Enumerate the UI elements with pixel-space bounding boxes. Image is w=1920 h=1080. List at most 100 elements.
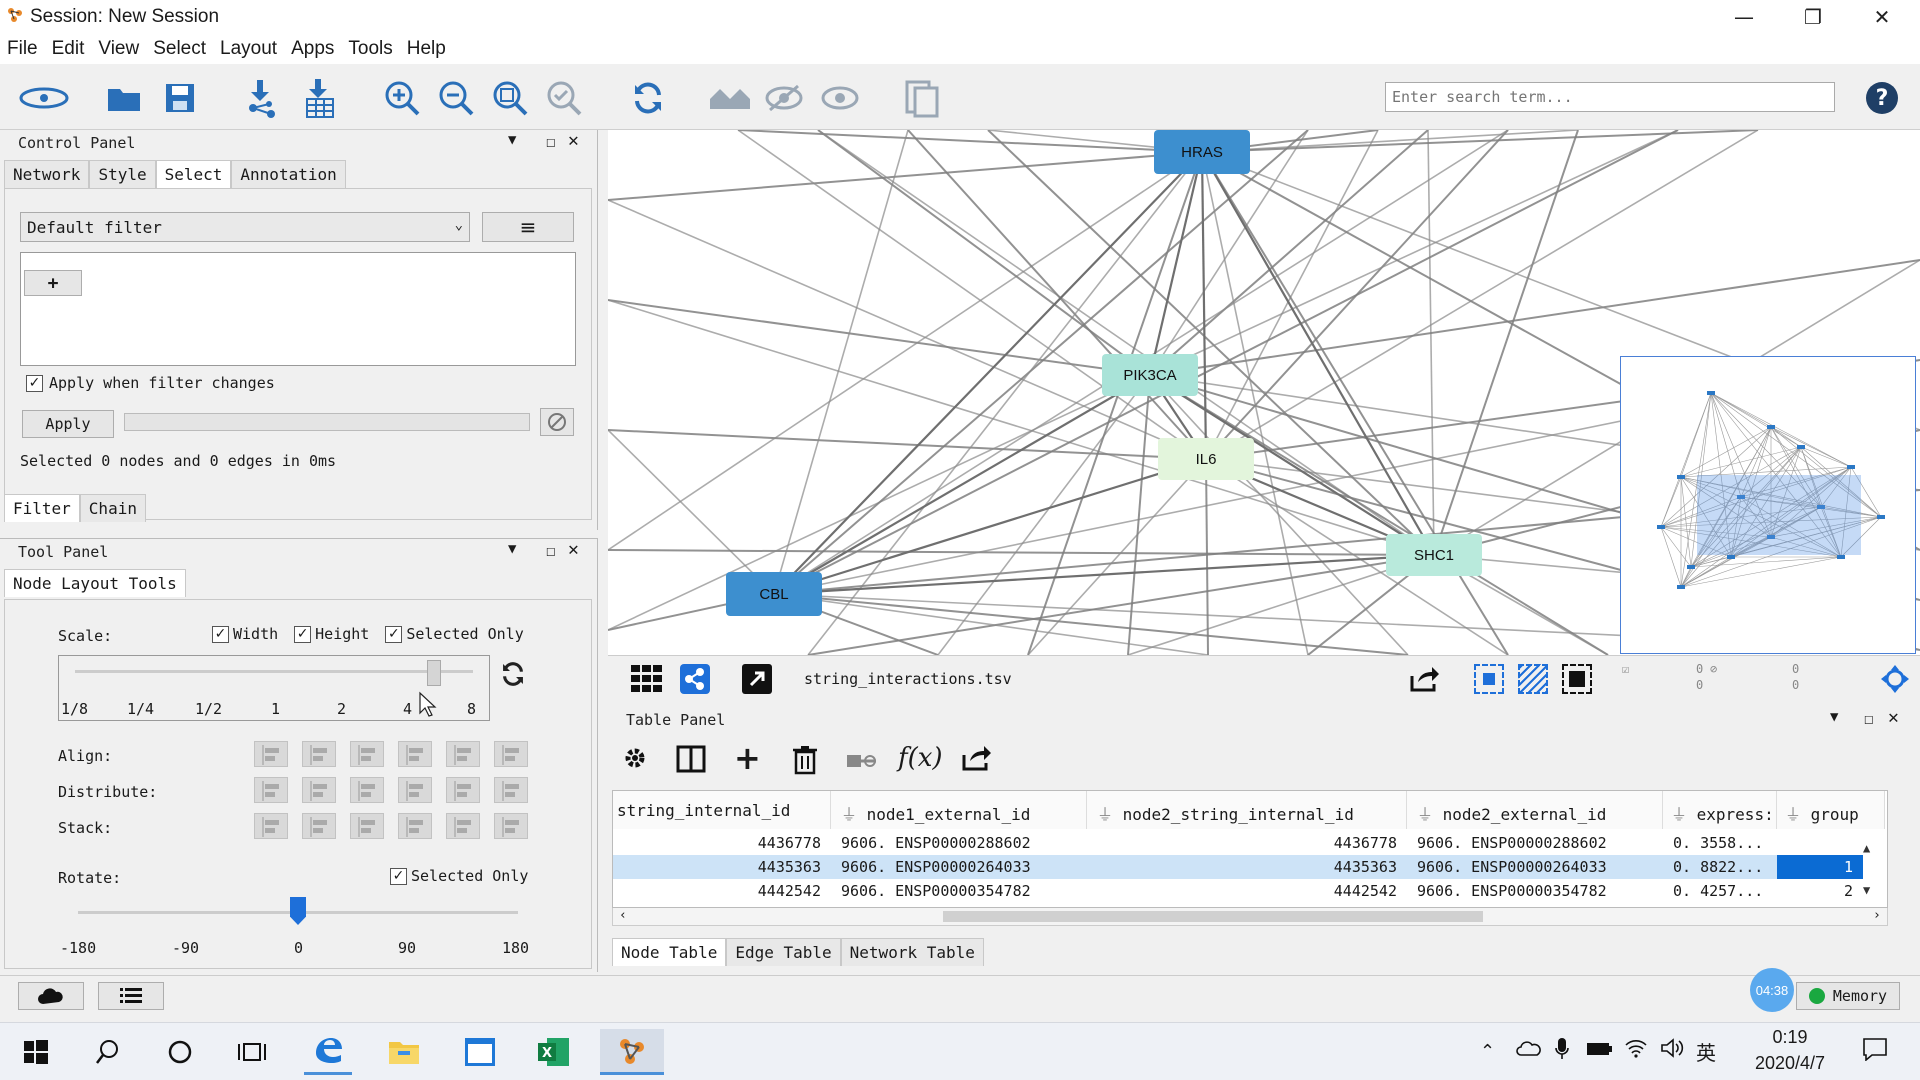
tab-style[interactable]: Style — [89, 160, 156, 188]
home-icon[interactable] — [708, 76, 752, 120]
scroll-left-icon[interactable]: ‹ — [619, 908, 627, 923]
add-filter-button[interactable]: + — [24, 270, 82, 296]
table-cell[interactable]: 9606. ENSP00000354782 — [831, 879, 1087, 903]
microphone-icon[interactable] — [1554, 1037, 1570, 1066]
stack-top-icon[interactable] — [398, 813, 432, 839]
close-panel-icon[interactable]: ✕ — [568, 539, 579, 560]
stack-bottom-icon[interactable] — [494, 813, 528, 839]
edge-browser-icon[interactable] — [304, 1029, 352, 1075]
zoom-fit-icon[interactable] — [488, 76, 532, 120]
scale-slider-thumb[interactable] — [427, 660, 441, 686]
scrollbar-thumb[interactable] — [943, 911, 1483, 922]
battery-icon[interactable] — [1586, 1041, 1614, 1062]
float-panel-icon[interactable]: ☐ — [546, 541, 556, 560]
align-top-icon[interactable] — [398, 741, 432, 767]
delete-icon[interactable] — [792, 745, 820, 775]
network-overview[interactable] — [1620, 356, 1916, 654]
align-bottom-icon[interactable] — [494, 741, 528, 767]
help-icon[interactable]: ? — [1860, 76, 1904, 120]
table-cell[interactable]: 4435363 — [1087, 855, 1407, 879]
table-cell[interactable]: 4436778 — [613, 831, 831, 855]
link-table-icon[interactable] — [846, 751, 878, 771]
scale-height-checkbox[interactable]: ✓ — [294, 625, 312, 643]
node-cbl[interactable]: CBL — [726, 572, 822, 616]
stack-left-icon[interactable] — [254, 813, 288, 839]
tab-network-table[interactable]: Network Table — [840, 938, 984, 966]
column-header[interactable]: ⏚ node1_external_id — [831, 791, 1087, 829]
menu-file[interactable]: File — [0, 34, 45, 64]
excel-icon[interactable]: X — [530, 1029, 578, 1075]
network-view[interactable]: HRAS PIK3CA IL6 SHC1 CBL — [608, 130, 1920, 655]
close-panel-icon[interactable]: ✕ — [1888, 707, 1899, 728]
windows-start-icon[interactable] — [12, 1029, 60, 1075]
cloud-icon[interactable] — [18, 982, 84, 1010]
table-cell[interactable]: 1 — [1777, 855, 1863, 879]
scale-selected-only-checkbox[interactable]: ✓ — [385, 625, 403, 643]
table-row[interactable]: 4436778 9606. ENSP00000288602 4436778 9606.… — [613, 831, 1863, 855]
select-all-icon[interactable] — [1562, 664, 1592, 694]
export-icon[interactable] — [1408, 664, 1444, 694]
import-table-icon[interactable] — [298, 76, 342, 120]
memory-button[interactable]: Memory — [1796, 982, 1900, 1010]
table-cell[interactable]: 0. 3558... — [1663, 831, 1777, 855]
node-shc1[interactable]: SHC1 — [1386, 534, 1482, 576]
table-cell[interactable]: 0. 8822... — [1663, 855, 1777, 879]
detach-view-icon[interactable] — [742, 664, 772, 694]
cancel-icon[interactable] — [540, 408, 574, 436]
input-method-indicator[interactable]: 英 — [1696, 1037, 1716, 1066]
search-icon[interactable] — [84, 1029, 132, 1075]
cytoscape-taskbar-icon[interactable] — [600, 1029, 664, 1075]
stack-center-icon[interactable] — [302, 813, 336, 839]
node-table[interactable]: string_internal_id ⏚ node1_external_id ⏚… — [612, 790, 1888, 908]
apply-when-changes-checkbox[interactable]: ✓ — [26, 374, 43, 392]
stack-right-icon[interactable] — [350, 813, 384, 839]
task-list-icon[interactable] — [98, 982, 164, 1010]
menu-view[interactable]: View — [91, 34, 146, 64]
export-table-icon[interactable] — [960, 743, 992, 773]
scroll-down-icon[interactable]: ▼ — [1863, 883, 1870, 897]
table-cell[interactable]: 9606. ENSP00000264033 — [831, 855, 1087, 879]
align-left-icon[interactable] — [254, 741, 288, 767]
import-network-icon[interactable] — [240, 76, 284, 120]
column-header[interactable]: string_internal_id — [613, 791, 831, 829]
distribute-middle-icon[interactable] — [446, 777, 480, 803]
tray-expand-icon[interactable]: ⌃ — [1480, 1041, 1495, 1062]
zoom-out-icon[interactable] — [434, 76, 478, 120]
table-cell[interactable]: 9606. ENSP00000288602 — [1407, 831, 1663, 855]
close-panel-icon[interactable]: ✕ — [568, 130, 579, 151]
task-view-icon[interactable] — [228, 1029, 276, 1075]
distribute-top-icon[interactable] — [398, 777, 432, 803]
table-cell[interactable]: 2 — [1777, 879, 1863, 903]
menu-layout[interactable]: Layout — [213, 34, 284, 64]
node-il6[interactable]: IL6 — [1158, 438, 1254, 480]
table-row[interactable]: 4435363 9606. ENSP00000264033 4435363 9606.… — [613, 855, 1863, 879]
tab-filter[interactable]: Filter — [4, 494, 80, 522]
show-icon[interactable] — [818, 76, 862, 120]
zoom-selected-icon[interactable] — [542, 76, 586, 120]
column-header[interactable]: ⏚ express: — [1663, 791, 1777, 829]
minimize-button[interactable]: — — [1715, 0, 1773, 34]
table-cell[interactable]: 9606. ENSP00000288602 — [831, 831, 1087, 855]
close-button[interactable]: ✕ — [1853, 0, 1911, 34]
filter-dropdown[interactable]: Default filter ⌄ — [20, 212, 470, 242]
restore-button[interactable]: ❐ — [1784, 0, 1842, 34]
table-cell[interactable] — [1777, 831, 1863, 855]
tab-node-table[interactable]: Node Table — [612, 938, 727, 966]
function-builder-icon[interactable]: f(x) — [898, 743, 943, 773]
distribute-center-icon[interactable] — [302, 777, 336, 803]
tab-edge-table[interactable]: Edge Table — [726, 938, 841, 966]
table-cell[interactable]: 4442542 — [1087, 879, 1407, 903]
panel-menu-icon[interactable]: ▼ — [508, 132, 516, 148]
distribute-right-icon[interactable] — [350, 777, 384, 803]
gear-icon[interactable] — [622, 745, 650, 773]
table-cell[interactable]: 4436778 — [1087, 831, 1407, 855]
align-middle-icon[interactable] — [446, 741, 480, 767]
menu-apps[interactable]: Apps — [284, 34, 341, 64]
node-pik3ca[interactable]: PIK3CA — [1102, 354, 1198, 396]
zoom-in-icon[interactable] — [380, 76, 424, 120]
tab-select[interactable]: Select — [155, 160, 232, 188]
open-folder-icon[interactable] — [102, 76, 146, 120]
float-panel-icon[interactable]: ☐ — [546, 132, 556, 151]
clock-time[interactable]: 0:19 — [1744, 1027, 1836, 1048]
search-input[interactable] — [1385, 82, 1835, 112]
